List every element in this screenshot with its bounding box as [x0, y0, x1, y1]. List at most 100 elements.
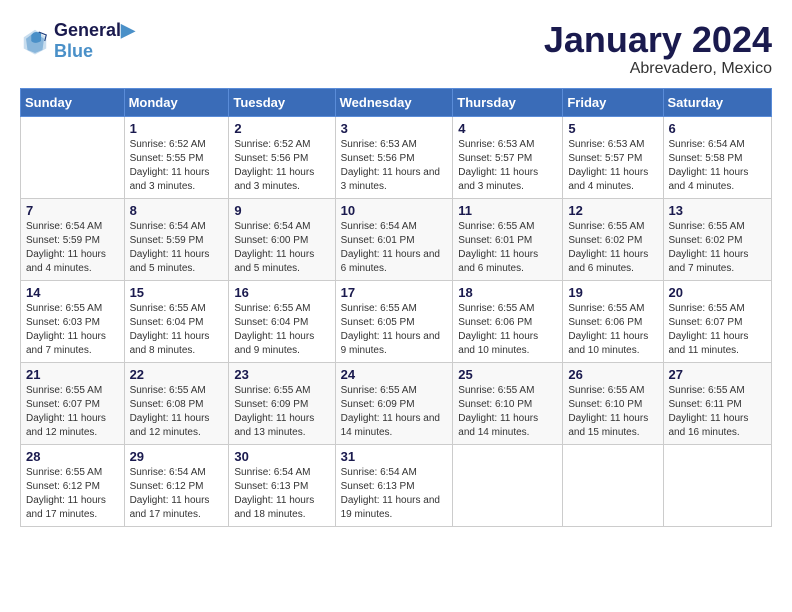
day-number: 26 — [568, 367, 657, 382]
calendar-table: SundayMondayTuesdayWednesdayThursdayFrid… — [20, 88, 772, 527]
day-number: 20 — [669, 285, 767, 300]
day-info: Sunrise: 6:55 AMSunset: 6:09 PMDaylight:… — [234, 384, 329, 440]
calendar-cell: 21 Sunrise: 6:55 AMSunset: 6:07 PMDayligh… — [21, 362, 125, 444]
calendar-cell: 16 Sunrise: 6:55 AMSunset: 6:04 PMDayligh… — [229, 280, 335, 362]
day-info: Sunrise: 6:54 AMSunset: 6:01 PMDaylight:… — [341, 220, 448, 276]
day-info: Sunrise: 6:55 AMSunset: 6:06 PMDaylight:… — [458, 302, 557, 358]
location-subtitle: Abrevadero, Mexico — [544, 60, 772, 78]
day-number: 25 — [458, 367, 557, 382]
logo-icon — [20, 26, 50, 56]
calendar-cell: 18 Sunrise: 6:55 AMSunset: 6:06 PMDayligh… — [453, 280, 563, 362]
day-number: 4 — [458, 121, 557, 136]
day-number: 5 — [568, 121, 657, 136]
calendar-week-row: 14Sunrise: 6:55 AMSunset: 6:03 PMDayligh… — [21, 280, 772, 362]
calendar-cell: 12 Sunrise: 6:55 AMSunset: 6:02 PMDayligh… — [563, 198, 663, 280]
calendar-cell: 30 Sunrise: 6:54 AMSunset: 6:13 PMDayligh… — [229, 444, 335, 526]
day-info: Sunrise: 6:53 AMSunset: 5:56 PMDaylight:… — [341, 138, 448, 194]
calendar-week-row: 7Sunrise: 6:54 AMSunset: 5:59 PMDaylight… — [21, 198, 772, 280]
weekday-header: Friday — [563, 88, 663, 116]
calendar-cell: 10 Sunrise: 6:54 AMSunset: 6:01 PMDayligh… — [335, 198, 453, 280]
day-info: Sunrise: 6:54 AMSunset: 5:59 PMDaylight:… — [130, 220, 224, 276]
calendar-cell: 29Sunrise: 6:54 AMSunset: 6:12 PMDayligh… — [124, 444, 229, 526]
weekday-header: Tuesday — [229, 88, 335, 116]
calendar-cell: 9 Sunrise: 6:54 AMSunset: 6:00 PMDaylight… — [229, 198, 335, 280]
calendar-cell: 8 Sunrise: 6:54 AMSunset: 5:59 PMDaylight… — [124, 198, 229, 280]
day-number: 3 — [341, 121, 448, 136]
calendar-cell: 11 Sunrise: 6:55 AMSunset: 6:01 PMDayligh… — [453, 198, 563, 280]
day-number: 27 — [669, 367, 767, 382]
calendar-cell: 1Sunrise: 6:52 AMSunset: 5:55 PMDaylight… — [124, 116, 229, 198]
day-number: 28 — [26, 449, 119, 464]
day-number: 8 — [130, 203, 224, 218]
day-number: 6 — [669, 121, 767, 136]
day-info: Sunrise: 6:55 AMSunset: 6:07 PMDaylight:… — [669, 302, 767, 358]
calendar-cell: 3 Sunrise: 6:53 AMSunset: 5:56 PMDaylight… — [335, 116, 453, 198]
calendar-week-row: 1Sunrise: 6:52 AMSunset: 5:55 PMDaylight… — [21, 116, 772, 198]
day-info: Sunrise: 6:54 AMSunset: 6:13 PMDaylight:… — [234, 466, 329, 522]
day-info: Sunrise: 6:55 AMSunset: 6:01 PMDaylight:… — [458, 220, 557, 276]
logo-text: General▶ Blue — [54, 20, 135, 62]
header-row: SundayMondayTuesdayWednesdayThursdayFrid… — [21, 88, 772, 116]
logo: General▶ Blue — [20, 20, 135, 62]
day-number: 18 — [458, 285, 557, 300]
calendar-cell: 20 Sunrise: 6:55 AMSunset: 6:07 PMDayligh… — [663, 280, 772, 362]
day-info: Sunrise: 6:54 AMSunset: 5:59 PMDaylight:… — [26, 220, 119, 276]
day-info: Sunrise: 6:55 AMSunset: 6:04 PMDaylight:… — [234, 302, 329, 358]
calendar-cell: 2Sunrise: 6:52 AMSunset: 5:56 PMDaylight… — [229, 116, 335, 198]
day-info: Sunrise: 6:54 AMSunset: 6:12 PMDaylight:… — [130, 466, 224, 522]
calendar-cell: 23 Sunrise: 6:55 AMSunset: 6:09 PMDayligh… — [229, 362, 335, 444]
day-number: 21 — [26, 367, 119, 382]
day-number: 23 — [234, 367, 329, 382]
month-title: January 2024 — [544, 20, 772, 60]
day-info: Sunrise: 6:54 AMSunset: 6:13 PMDaylight:… — [341, 466, 448, 522]
day-number: 15 — [130, 285, 224, 300]
day-info: Sunrise: 6:54 AMSunset: 5:58 PMDaylight:… — [669, 138, 767, 194]
day-number: 11 — [458, 203, 557, 218]
calendar-cell — [453, 444, 563, 526]
day-number: 12 — [568, 203, 657, 218]
day-number: 17 — [341, 285, 448, 300]
day-number: 13 — [669, 203, 767, 218]
day-info: Sunrise: 6:55 AMSunset: 6:05 PMDaylight:… — [341, 302, 448, 358]
day-info: Sunrise: 6:55 AMSunset: 6:10 PMDaylight:… — [458, 384, 557, 440]
day-info: Sunrise: 6:54 AMSunset: 6:00 PMDaylight:… — [234, 220, 329, 276]
day-info: Sunrise: 6:55 AMSunset: 6:07 PMDaylight:… — [26, 384, 119, 440]
weekday-header: Thursday — [453, 88, 563, 116]
calendar-cell — [563, 444, 663, 526]
calendar-cell: 7Sunrise: 6:54 AMSunset: 5:59 PMDaylight… — [21, 198, 125, 280]
weekday-header: Monday — [124, 88, 229, 116]
calendar-cell: 14Sunrise: 6:55 AMSunset: 6:03 PMDayligh… — [21, 280, 125, 362]
calendar-cell: 27 Sunrise: 6:55 AMSunset: 6:11 PMDayligh… — [663, 362, 772, 444]
day-info: Sunrise: 6:55 AMSunset: 6:03 PMDaylight:… — [26, 302, 119, 358]
day-info: Sunrise: 6:52 AMSunset: 5:55 PMDaylight:… — [130, 138, 224, 194]
calendar-cell: 19Sunrise: 6:55 AMSunset: 6:06 PMDayligh… — [563, 280, 663, 362]
calendar-cell: 5 Sunrise: 6:53 AMSunset: 5:57 PMDaylight… — [563, 116, 663, 198]
day-number: 16 — [234, 285, 329, 300]
day-info: Sunrise: 6:55 AMSunset: 6:11 PMDaylight:… — [669, 384, 767, 440]
day-info: Sunrise: 6:55 AMSunset: 6:08 PMDaylight:… — [130, 384, 224, 440]
day-number: 31 — [341, 449, 448, 464]
day-info: Sunrise: 6:53 AMSunset: 5:57 PMDaylight:… — [458, 138, 557, 194]
day-number: 30 — [234, 449, 329, 464]
calendar-cell: 22Sunrise: 6:55 AMSunset: 6:08 PMDayligh… — [124, 362, 229, 444]
calendar-cell: 4 Sunrise: 6:53 AMSunset: 5:57 PMDaylight… — [453, 116, 563, 198]
day-info: Sunrise: 6:53 AMSunset: 5:57 PMDaylight:… — [568, 138, 657, 194]
calendar-cell: 31 Sunrise: 6:54 AMSunset: 6:13 PMDayligh… — [335, 444, 453, 526]
calendar-cell: 26 Sunrise: 6:55 AMSunset: 6:10 PMDayligh… — [563, 362, 663, 444]
calendar-cell: 28Sunrise: 6:55 AMSunset: 6:12 PMDayligh… — [21, 444, 125, 526]
day-number: 10 — [341, 203, 448, 218]
calendar-cell: 15 Sunrise: 6:55 AMSunset: 6:04 PMDayligh… — [124, 280, 229, 362]
day-info: Sunrise: 6:55 AMSunset: 6:10 PMDaylight:… — [568, 384, 657, 440]
day-number: 9 — [234, 203, 329, 218]
calendar-cell: 25 Sunrise: 6:55 AMSunset: 6:10 PMDayligh… — [453, 362, 563, 444]
calendar-cell: 17 Sunrise: 6:55 AMSunset: 6:05 PMDayligh… — [335, 280, 453, 362]
calendar-cell: 13Sunrise: 6:55 AMSunset: 6:02 PMDayligh… — [663, 198, 772, 280]
day-info: Sunrise: 6:55 AMSunset: 6:02 PMDaylight:… — [568, 220, 657, 276]
day-info: Sunrise: 6:55 AMSunset: 6:04 PMDaylight:… — [130, 302, 224, 358]
calendar-cell — [663, 444, 772, 526]
calendar-cell — [21, 116, 125, 198]
day-info: Sunrise: 6:52 AMSunset: 5:56 PMDaylight:… — [234, 138, 329, 194]
day-info: Sunrise: 6:55 AMSunset: 6:09 PMDaylight:… — [341, 384, 448, 440]
day-number: 19 — [568, 285, 657, 300]
calendar-cell: 24Sunrise: 6:55 AMSunset: 6:09 PMDayligh… — [335, 362, 453, 444]
